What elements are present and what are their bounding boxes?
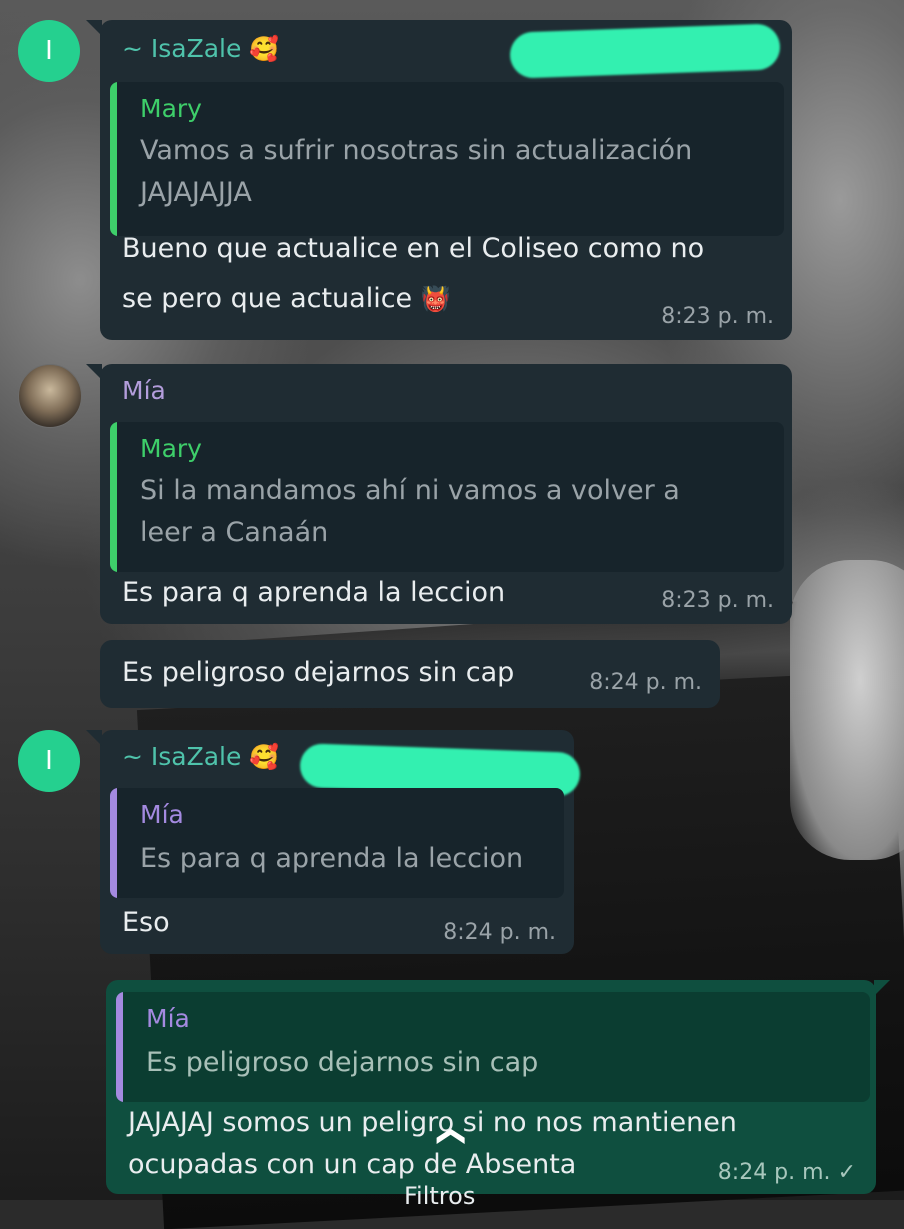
message-time: 8:23 p. m. xyxy=(661,588,774,613)
message-text: Es peligroso dejarnos sin cap xyxy=(122,657,515,688)
sender-name[interactable]: ~ IsaZale 🥰 xyxy=(122,34,279,63)
quote-author: Mary xyxy=(140,434,202,463)
sender-name[interactable]: Mía xyxy=(122,376,166,405)
bubble-tail xyxy=(874,980,890,996)
quote-text: Es para q aprenda la leccion xyxy=(140,843,524,874)
message-text: Bueno que actualice en el Coliseo como n… xyxy=(122,233,705,264)
message-bubble[interactable]: ~ IsaZale 🥰 Mary Vamos a sufrir nosotras… xyxy=(86,20,792,340)
quote-bar xyxy=(116,992,123,1102)
sender-name[interactable]: ~ IsaZale 🥰 xyxy=(122,742,279,771)
redaction-scribble xyxy=(509,23,781,79)
message-time: 8:23 p. m. xyxy=(661,304,774,329)
quote-text: Es peligroso dejarnos sin cap xyxy=(146,1047,539,1078)
quote-author: Mía xyxy=(140,800,184,829)
quoted-message[interactable]: Mary Si la mandamos ahí ni vamos a volve… xyxy=(110,422,784,572)
ogre-icon: 👹 xyxy=(420,285,451,313)
message-text: Es para q aprenda la leccion xyxy=(122,577,506,608)
wallpaper-detail xyxy=(790,560,904,860)
quoted-message[interactable]: Mía Es peligroso dejarnos sin cap xyxy=(116,992,870,1102)
quote-text: Vamos a sufrir nosotras sin actualizació… xyxy=(140,135,693,166)
quote-text: JAJAJAJJA xyxy=(140,177,252,208)
quote-bar xyxy=(110,82,117,236)
avatar[interactable]: I xyxy=(18,20,80,82)
message-bubble-outgoing[interactable]: Mía Es peligroso dejarnos sin cap JAJAJA… xyxy=(106,980,890,1194)
quote-bar xyxy=(110,788,117,898)
chevron-up-icon[interactable]: ❯ xyxy=(432,1125,465,1148)
quoted-message[interactable]: Mary Vamos a sufrir nosotras sin actuali… xyxy=(110,82,784,236)
quote-author: Mía xyxy=(146,1004,190,1033)
quoted-message[interactable]: Mía Es para q aprenda la leccion xyxy=(110,788,564,898)
quote-bar xyxy=(110,422,117,572)
quote-text: leer a Canaán xyxy=(140,517,329,548)
quote-text: Si la mandamos ahí ni vamos a volver a xyxy=(140,475,680,506)
smiling-face-with-hearts-icon: 🥰 xyxy=(249,743,280,771)
message-bubble[interactable]: ~ IsaZale 🥰 Mía Es para q aprenda la lec… xyxy=(86,730,581,954)
message-text: se pero que actualice 👹 xyxy=(122,283,451,314)
filters-button[interactable]: Filtros xyxy=(404,1184,475,1208)
avatar[interactable] xyxy=(18,364,82,428)
avatar-initial: I xyxy=(45,36,53,66)
sent-check-icon: ✓ xyxy=(837,1160,856,1185)
message-time: 8:24 p. m. xyxy=(443,920,556,945)
message-bubble[interactable]: Es peligroso dejarnos sin cap 8:24 p. m. xyxy=(100,640,720,708)
avatar-initial: I xyxy=(45,746,53,776)
message-bubble[interactable]: Mía Mary Si la mandamos ahí ni vamos a v… xyxy=(86,364,792,624)
quote-author: Mary xyxy=(140,94,202,123)
message-text: Eso xyxy=(122,907,170,938)
message-time: 8:24 p. m. ✓ xyxy=(717,1160,856,1185)
message-text: ocupadas con un cap de Absenta xyxy=(128,1149,577,1180)
bubble-tail xyxy=(86,364,102,380)
smiling-face-with-hearts-icon: 🥰 xyxy=(249,35,280,63)
bubble-tail xyxy=(86,20,102,36)
message-time: 8:24 p. m. xyxy=(589,670,702,695)
avatar[interactable]: I xyxy=(18,730,80,792)
bubble-tail xyxy=(86,730,102,746)
